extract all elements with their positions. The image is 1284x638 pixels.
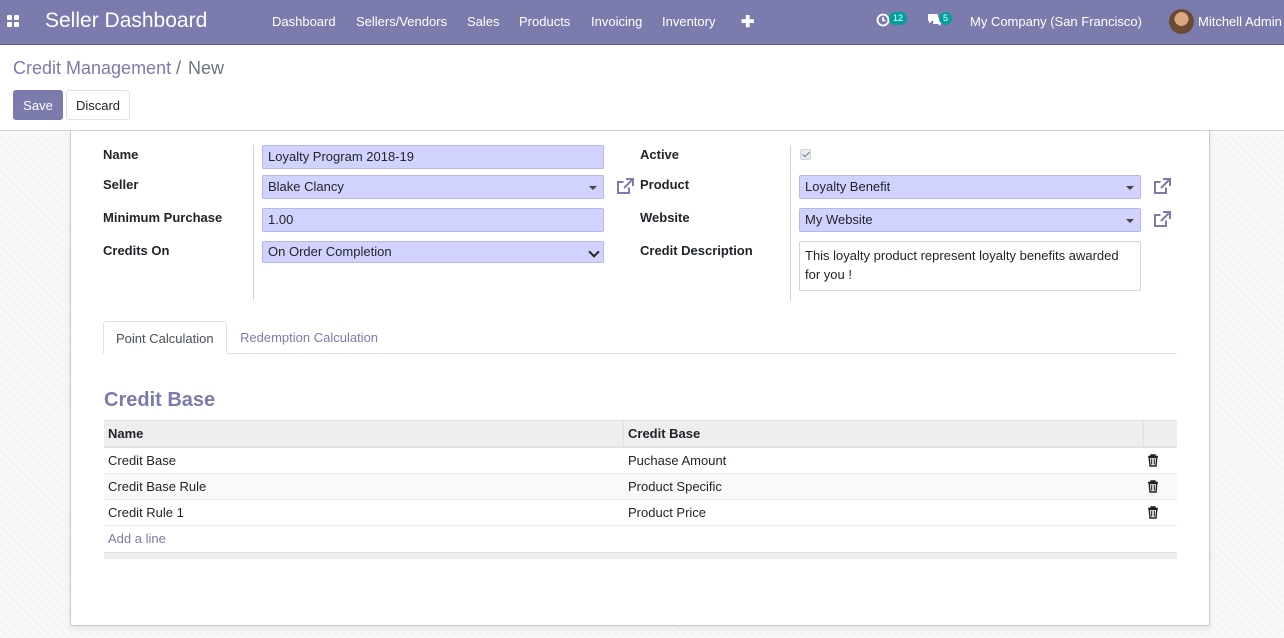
menu-item-inventory[interactable]: Inventory	[662, 14, 715, 29]
discard-button[interactable]: Discard	[66, 90, 130, 120]
form-sheet: Name Seller Minimum Purchase Credits On …	[70, 131, 1210, 626]
breadcrumb-separator: /	[176, 58, 182, 78]
apps-grid-icon[interactable]	[7, 15, 19, 27]
name-label: Name	[103, 147, 139, 162]
row-credit-base-cell: Puchase Amount	[628, 453, 727, 468]
breadcrumb-current: New	[188, 58, 225, 78]
external-link-icon[interactable]	[615, 177, 635, 197]
website-value: My Website	[805, 212, 873, 227]
credits-on-label: Credits On	[103, 243, 170, 258]
caret-down-icon	[589, 186, 597, 190]
row-credit-base-cell: Product Price	[628, 505, 707, 520]
trash-icon[interactable]	[1147, 506, 1159, 519]
add-line-row: Add a line	[104, 526, 1177, 552]
menu-item-dashboard[interactable]: Dashboard	[272, 14, 336, 29]
table-row[interactable]: Credit Base Puchase Amount	[104, 448, 1177, 474]
clock-icon[interactable]	[876, 13, 890, 30]
row-credit-base-cell: Product Specific	[628, 479, 722, 494]
product-label: Product	[640, 177, 690, 192]
external-link-icon[interactable]	[1152, 210, 1172, 230]
credit-base-table: Name Credit Base Credit Base Puchase Amo…	[104, 420, 1177, 559]
tab-redemption-calculation[interactable]: Redemption Calculation	[228, 321, 390, 354]
tab-point-calculation[interactable]: Point Calculation	[103, 321, 227, 354]
main-navbar: Seller Dashboard Dashboard Sellers/Vendo…	[0, 0, 1284, 45]
caret-down-icon	[1126, 186, 1134, 190]
trash-icon[interactable]	[1147, 480, 1159, 493]
credit-base-title: Credit Base	[104, 389, 216, 411]
form-content-area: Name Seller Minimum Purchase Credits On …	[0, 131, 1284, 638]
minimum-purchase-field[interactable]: 1.00	[262, 208, 604, 232]
messages-count-badge: 5	[939, 12, 953, 25]
breadcrumb-parent[interactable]: Credit Management	[13, 58, 171, 79]
add-line-link[interactable]: Add a line	[108, 526, 166, 551]
menu-item-products[interactable]: Products	[519, 14, 570, 29]
credit-description-label: Credit Description	[640, 243, 753, 258]
seller-value: Blake Clancy	[268, 179, 344, 194]
row-name-cell: Credit Base Rule	[108, 479, 207, 494]
seller-label: Seller	[103, 177, 139, 192]
table-header: Name Credit Base	[104, 420, 1177, 448]
app-brand[interactable]: Seller Dashboard	[45, 9, 207, 33]
control-panel: Credit Management / New Save Discard	[0, 45, 1284, 131]
name-field[interactable]: Loyalty Program 2018-19	[262, 145, 604, 169]
active-label: Active	[640, 147, 680, 162]
activity-count-badge: 12	[889, 12, 908, 25]
column-header-credit-base[interactable]: Credit Base	[624, 421, 1144, 447]
save-button[interactable]: Save	[13, 90, 63, 120]
credits-on-value: On Order Completion	[268, 244, 392, 259]
chevron-down-icon	[588, 246, 600, 258]
seller-dropdown[interactable]: Blake Clancy	[262, 175, 604, 199]
active-checkbox[interactable]	[800, 149, 811, 160]
table-footer	[104, 552, 1177, 559]
menu-item-sellers-vendors[interactable]: Sellers/Vendors	[356, 14, 447, 29]
caret-down-icon	[1126, 219, 1134, 223]
left-group-divider	[253, 145, 254, 301]
plus-icon[interactable]: ✚	[741, 12, 754, 32]
website-dropdown[interactable]: My Website	[799, 208, 1141, 232]
product-dropdown[interactable]: Loyalty Benefit	[799, 175, 1141, 199]
table-row[interactable]: Credit Rule 1 Product Price	[104, 500, 1177, 526]
credits-on-select[interactable]: On Order Completion	[262, 241, 604, 263]
menu-item-sales[interactable]: Sales	[467, 14, 500, 29]
external-link-icon[interactable]	[1152, 177, 1172, 197]
product-value: Loyalty Benefit	[805, 179, 891, 194]
right-group-divider	[790, 145, 791, 301]
trash-icon[interactable]	[1147, 454, 1159, 467]
menu-item-invoicing[interactable]: Invoicing	[591, 14, 642, 29]
website-label: Website	[640, 210, 690, 225]
table-row[interactable]: Credit Base Rule Product Specific	[104, 474, 1177, 500]
user-menu[interactable]: Mitchell Admin	[1198, 14, 1282, 29]
row-name-cell: Credit Base	[108, 453, 176, 468]
credit-description-textarea[interactable]: This loyalty product represent loyalty b…	[799, 241, 1141, 291]
minimum-purchase-label: Minimum Purchase	[103, 210, 223, 225]
company-switcher[interactable]: My Company (San Francisco)	[970, 14, 1142, 29]
avatar[interactable]	[1169, 9, 1194, 34]
row-name-cell: Credit Rule 1	[108, 505, 184, 520]
column-header-name[interactable]: Name	[104, 421, 624, 447]
